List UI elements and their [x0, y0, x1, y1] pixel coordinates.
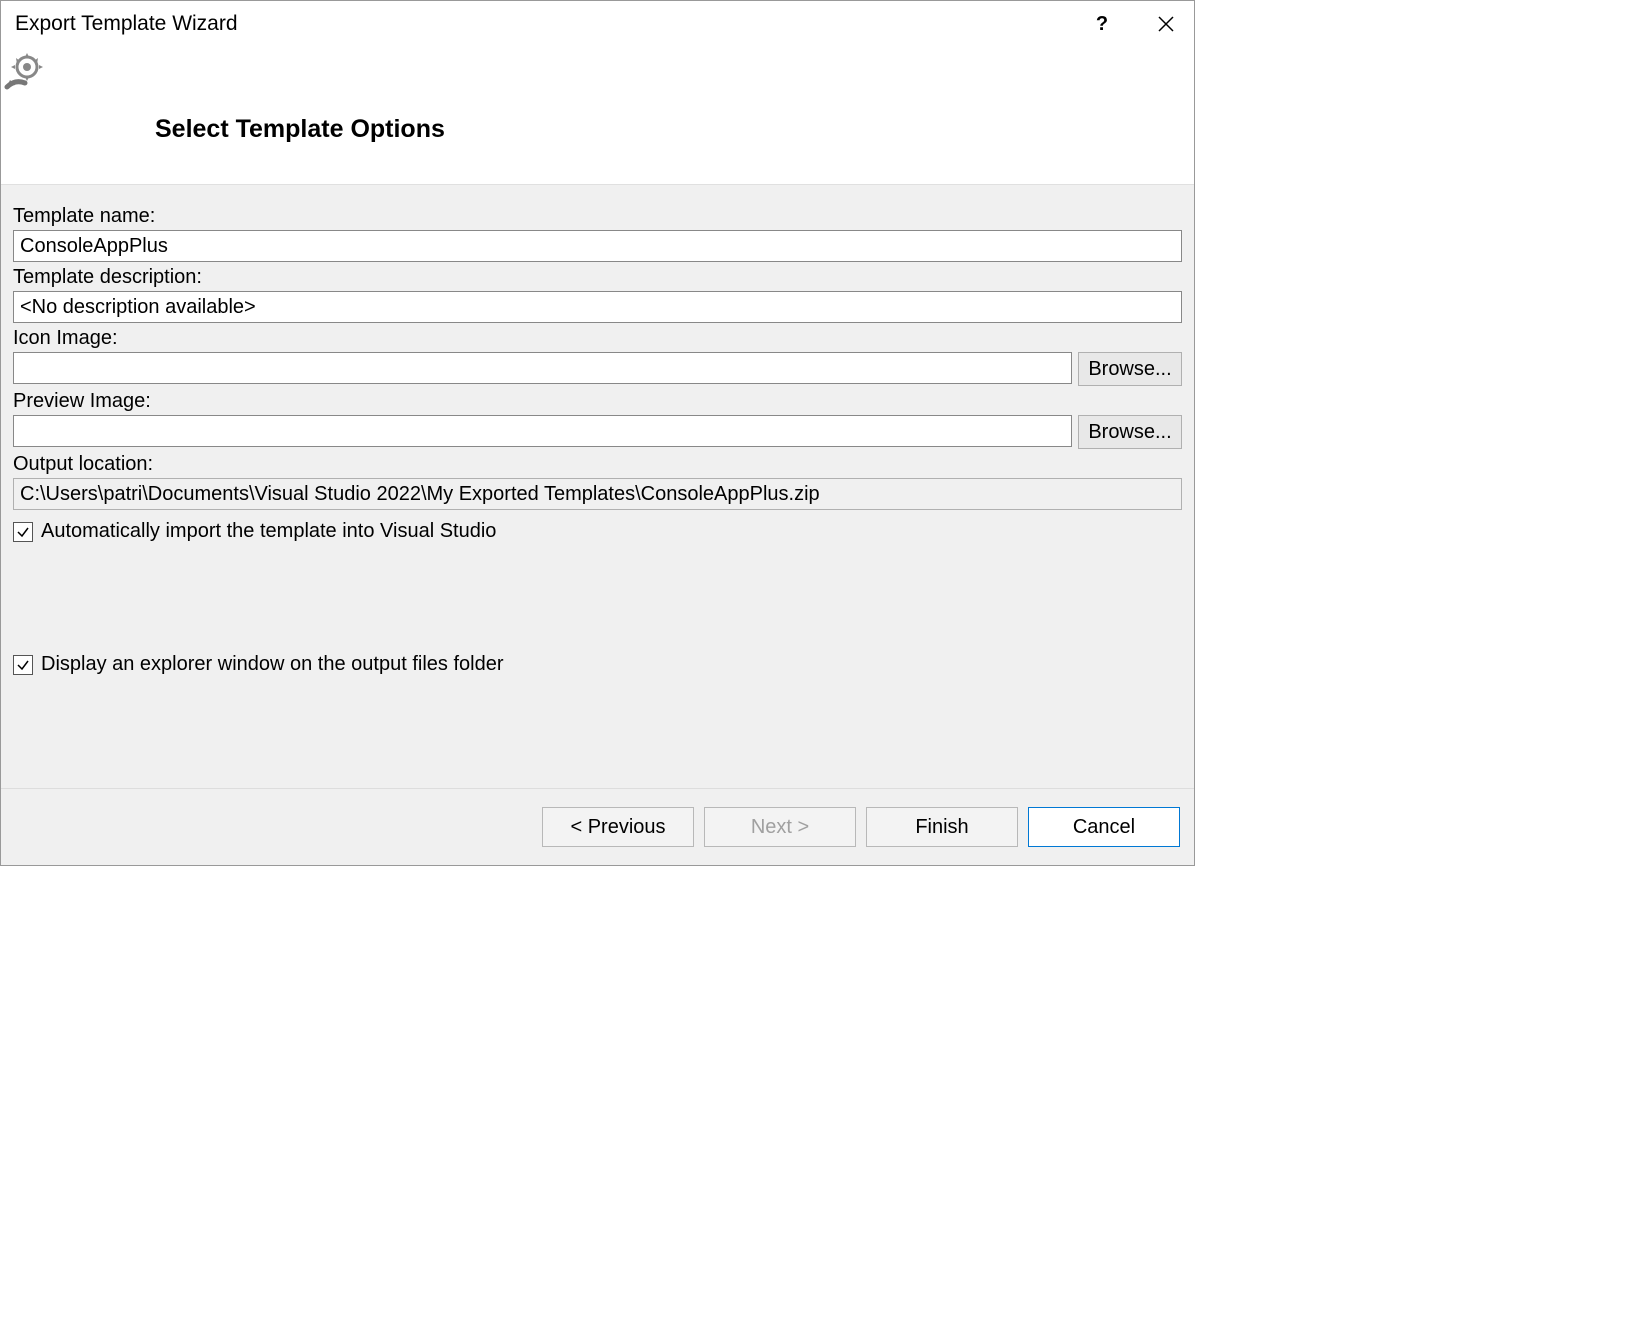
- preview-image-row: Browse...: [13, 415, 1182, 449]
- output-location-input: [13, 478, 1182, 510]
- display-explorer-row: Display an explorer window on the output…: [13, 653, 1182, 676]
- titlebar: Export Template Wizard ?: [1, 1, 1194, 47]
- icon-image-browse-button[interactable]: Browse...: [1078, 352, 1182, 386]
- display-explorer-label: Display an explorer window on the output…: [41, 653, 503, 676]
- titlebar-controls: ?: [1084, 6, 1184, 42]
- preview-image-browse-button[interactable]: Browse...: [1078, 415, 1182, 449]
- output-location-label: Output location:: [13, 453, 1182, 476]
- next-button: Next >: [704, 807, 856, 847]
- content-area: Template name: Template description: Ico…: [1, 184, 1194, 788]
- export-template-wizard-dialog: Export Template Wizard ? hneiden Select …: [0, 0, 1195, 866]
- check-icon: [16, 658, 30, 672]
- help-button[interactable]: ?: [1084, 6, 1120, 42]
- auto-import-row: Automatically import the template into V…: [13, 520, 1182, 543]
- template-name-label: Template name:: [13, 205, 1182, 228]
- wizard-gear-icon: [3, 49, 51, 103]
- dialog-title: Export Template Wizard: [15, 12, 238, 36]
- auto-import-checkbox[interactable]: [13, 522, 33, 542]
- template-name-input[interactable]: [13, 230, 1182, 262]
- footer: < Previous Next > Finish Cancel: [1, 788, 1194, 865]
- icon-image-label: Icon Image:: [13, 327, 1182, 350]
- template-description-label: Template description:: [13, 266, 1182, 289]
- check-icon: [16, 525, 30, 539]
- close-button[interactable]: [1148, 6, 1184, 42]
- cancel-button[interactable]: Cancel: [1028, 807, 1180, 847]
- preview-image-input[interactable]: [13, 415, 1072, 447]
- close-icon: [1158, 16, 1174, 32]
- finish-button[interactable]: Finish: [866, 807, 1018, 847]
- auto-import-label: Automatically import the template into V…: [41, 520, 496, 543]
- display-explorer-checkbox[interactable]: [13, 655, 33, 675]
- spacer: [13, 676, 1182, 776]
- template-description-input[interactable]: [13, 291, 1182, 323]
- icon-image-row: Browse...: [13, 352, 1182, 386]
- page-title: Select Template Options: [155, 115, 1194, 144]
- header-area: hneiden Select Template Options: [1, 47, 1194, 184]
- preview-image-label: Preview Image:: [13, 390, 1182, 413]
- icon-image-input[interactable]: [13, 352, 1072, 384]
- previous-button[interactable]: < Previous: [542, 807, 694, 847]
